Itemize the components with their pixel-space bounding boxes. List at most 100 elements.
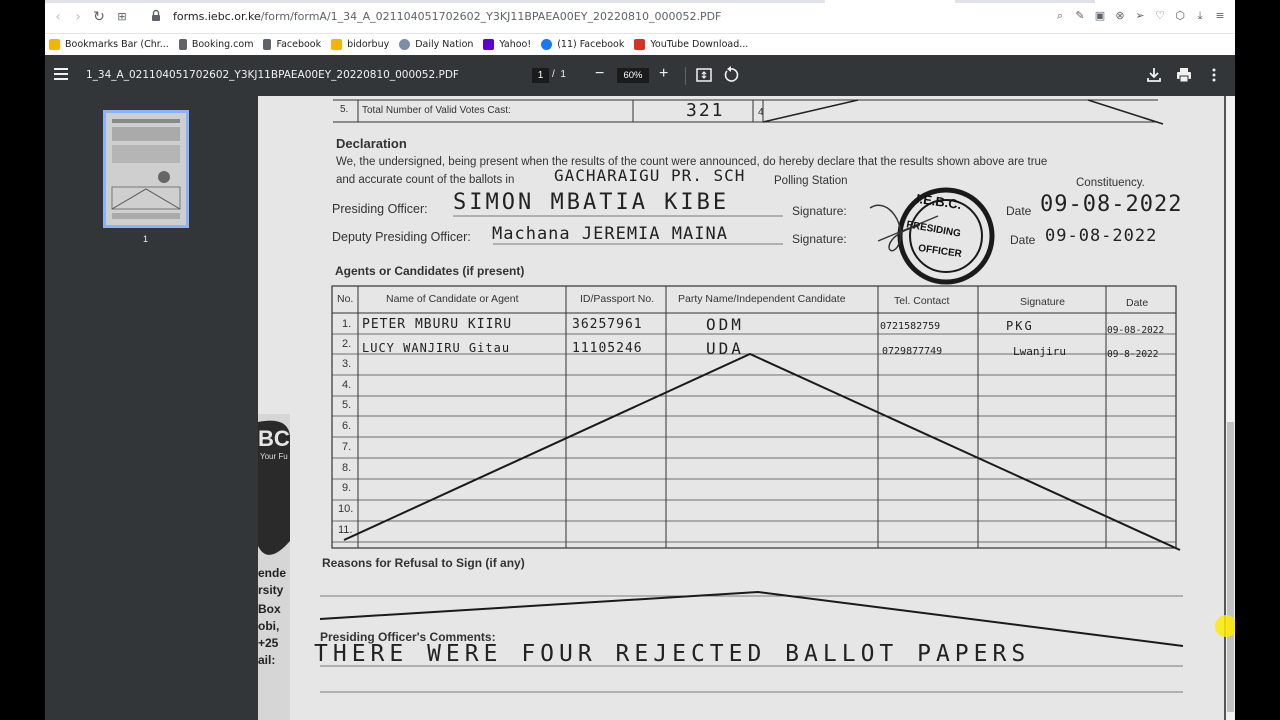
row-number: 6. xyxy=(342,420,352,432)
polling-station-name: GACHARAIGU PR. SCH xyxy=(554,166,746,185)
address-bar[interactable]: forms.iebc.or.ke/form/formA/1_34_A_02110… xyxy=(173,10,721,23)
page-number-input[interactable]: 1 xyxy=(532,68,549,83)
search-icon[interactable]: ⌕ xyxy=(1053,8,1067,24)
fit-page-icon[interactable] xyxy=(695,66,713,84)
comments-text: THERE WERE FOUR REJECTED BALLOT PAPERS xyxy=(314,641,1031,667)
row-number: 3. xyxy=(342,358,352,370)
table-header: No. xyxy=(337,293,354,305)
bookmark-label: (11) Facebook xyxy=(557,38,625,50)
refusal-heading: Reasons for Refusal to Sign (if any) xyxy=(322,556,525,570)
download-icon[interactable]: ⤓ xyxy=(1193,8,1207,24)
presiding-officer-name: SIMON MBATIA KIBE xyxy=(453,190,730,215)
edit-icon[interactable]: ✎ xyxy=(1073,8,1087,24)
polling-station-label: Polling Station xyxy=(774,175,848,187)
table-header: Signature xyxy=(1020,296,1065,308)
reload-icon[interactable]: ↻ xyxy=(90,8,108,26)
send-icon[interactable]: ➢ xyxy=(1133,8,1147,24)
camera-icon[interactable]: ▣ xyxy=(1093,8,1107,24)
table-header: Tel. Contact xyxy=(894,295,950,307)
forward-icon[interactable]: › xyxy=(69,8,87,26)
browser-window: ‹ › ↻ ⊞ forms.iebc.or.ke/form/formA/1_34… xyxy=(45,0,1235,720)
heart-icon[interactable]: ♡ xyxy=(1153,8,1167,24)
pdf-viewer[interactable]: 5. Total Number of Valid Votes Cast: 321… xyxy=(258,96,1235,720)
bookmark-item[interactable]: (11) Facebook xyxy=(541,38,625,50)
bookmark-item[interactable]: Bookmarks Bar (Chr... xyxy=(49,38,169,50)
url-host: forms.iebc.or.ke xyxy=(173,10,261,23)
bookmark-label: Facebook xyxy=(276,38,322,50)
facebook-icon xyxy=(541,38,553,50)
url-path: /form/formA/1_34_A_021104051702602_Y3KJ1… xyxy=(260,10,722,23)
thumbnail-preview xyxy=(106,113,186,225)
bookmark-item[interactable]: Facebook xyxy=(263,38,322,50)
bookmarks-bar: Bookmarks Bar (Chr... Booking.com Facebo… xyxy=(45,34,1235,54)
menu-icon[interactable]: ≡ xyxy=(1213,8,1227,24)
yahoo-icon xyxy=(483,38,495,50)
fragment-text: Box xyxy=(258,602,281,616)
declaration-heading: Declaration xyxy=(336,136,407,151)
row5-value: 321 xyxy=(686,100,725,121)
fragment-text: obi, xyxy=(258,619,280,633)
bookmark-label: Bookmarks Bar (Chr... xyxy=(65,38,169,50)
row-number: 10. xyxy=(338,503,354,515)
download-icon[interactable] xyxy=(1145,66,1163,84)
presiding-date: 09-08-2022 xyxy=(1040,192,1183,217)
extension-icons: ⌕ ✎ ▣ ⊗ ➢ ♡ ⬡ ⤓ ≡ xyxy=(1053,8,1227,24)
page-icon xyxy=(263,38,272,50)
bidorbuy-icon xyxy=(331,38,343,50)
lock-icon[interactable] xyxy=(149,8,163,24)
fragment-text: +25 xyxy=(258,636,279,650)
print-icon[interactable] xyxy=(1175,66,1193,84)
agent-id: 11105246 xyxy=(572,341,643,356)
date-label: Date xyxy=(1010,233,1036,247)
bookmark-label: Daily Nation xyxy=(415,38,474,50)
zoom-input[interactable]: 60% xyxy=(617,68,649,83)
agent-tel: 0729877749 xyxy=(882,346,943,357)
rotate-icon[interactable] xyxy=(722,66,740,84)
agents-heading: Agents or Candidates (if present) xyxy=(335,264,525,278)
bookmark-item[interactable]: Yahoo! xyxy=(483,38,531,50)
back-icon[interactable]: ‹ xyxy=(49,8,67,26)
hamburger-menu-icon[interactable] xyxy=(54,68,68,80)
folder-icon xyxy=(49,38,60,50)
bookmark-label: YouTube Download... xyxy=(650,38,749,50)
tab-strip xyxy=(45,0,1235,3)
row4-label: 4 xyxy=(758,107,764,118)
page-thumbnail[interactable] xyxy=(103,110,189,228)
agent-tel: 0721582759 xyxy=(880,321,941,332)
bookmark-item[interactable]: Daily Nation xyxy=(399,38,474,50)
cube-icon[interactable]: ⬡ xyxy=(1173,8,1187,24)
agent-party: UDA xyxy=(706,339,744,358)
form-page-drawing xyxy=(258,96,1224,720)
youtube-download-icon xyxy=(634,38,646,50)
agent-id: 36257961 xyxy=(572,317,643,332)
bookmark-item[interactable]: Booking.com xyxy=(178,38,253,50)
more-options-icon[interactable] xyxy=(1205,66,1223,84)
row-number: 7. xyxy=(342,441,352,453)
row-number: 5. xyxy=(342,399,352,411)
bookmark-item[interactable]: bidorbuy xyxy=(331,38,390,50)
scrollbar-thumb[interactable] xyxy=(1227,422,1234,712)
zoom-out-button[interactable]: − xyxy=(595,65,604,83)
row-number: 8. xyxy=(342,462,352,474)
declaration-line2: and accurate count of the ballots in xyxy=(336,174,515,186)
agent-date: 09-8-2022 xyxy=(1107,349,1159,360)
bookmark-item[interactable]: YouTube Download... xyxy=(634,38,749,50)
agent-date: 09-08-2022 xyxy=(1107,325,1165,336)
agent-name: LUCY WANJIRU Gitau xyxy=(362,341,511,355)
deputy-officer-label: Deputy Presiding Officer: xyxy=(332,230,471,244)
apps-grid-icon[interactable]: ⊞ xyxy=(113,8,131,26)
thumbnail-page-number: 1 xyxy=(143,234,149,244)
page-icon xyxy=(178,38,187,50)
zoom-in-button[interactable]: + xyxy=(659,65,668,83)
fragment-text: Your Fu xyxy=(260,452,288,461)
fragment-text: rsity xyxy=(258,583,284,597)
agent-party: ODM xyxy=(706,315,744,334)
presiding-officer-label: Presiding Officer: xyxy=(332,202,428,216)
page-count: / 1 xyxy=(552,69,566,80)
row-number: 9. xyxy=(342,482,352,494)
toolbar-divider xyxy=(685,67,686,85)
total-pages: 1 xyxy=(560,69,566,80)
bookmark-label: bidorbuy xyxy=(347,38,390,50)
table-header: Name of Candidate or Agent xyxy=(386,293,519,305)
block-icon[interactable]: ⊗ xyxy=(1113,8,1127,24)
